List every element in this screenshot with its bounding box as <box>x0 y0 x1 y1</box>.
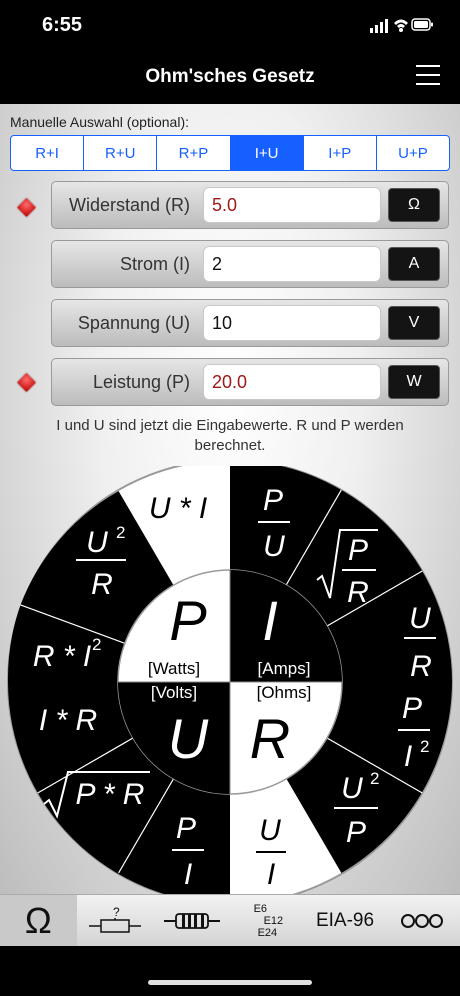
svg-text:2: 2 <box>116 523 125 542</box>
current-label: Strom (I) <box>120 254 190 274</box>
status-time: 6:55 <box>42 14 83 36</box>
svg-text:P: P <box>176 812 196 845</box>
formula-r-times-i-squared: R * I 2 <box>33 635 102 673</box>
formula-u-times-i: U * I <box>149 492 207 525</box>
segment-r-u[interactable]: R+U <box>84 136 158 170</box>
center-voltage-symbol: U <box>168 707 209 770</box>
svg-text:P * R: P * R <box>76 778 145 811</box>
center-resistance-symbol: R <box>250 707 290 770</box>
resistance-input[interactable]: 5.0 <box>203 187 381 223</box>
formula-i-times-r: I * R <box>39 704 97 737</box>
hint-text: I und U sind jetzt die Eingabewerte. R u… <box>56 417 404 454</box>
tab-ohms-law[interactable]: Ω <box>0 895 77 946</box>
status-bar: 6:55 <box>0 0 460 50</box>
tab-e-series[interactable]: E6 E12 E24 <box>230 895 307 946</box>
svg-text:U: U <box>259 814 281 847</box>
power-unit-button[interactable]: W <box>388 365 440 399</box>
svg-text:U: U <box>341 772 363 805</box>
home-area <box>0 946 460 996</box>
status-icons <box>370 18 433 33</box>
selection-label: Manuelle Auswahl (optional): <box>10 114 189 130</box>
svg-text:P: P <box>348 534 368 567</box>
input-pair-selector: R+I R+U R+P I+U I+P U+P <box>10 135 450 171</box>
svg-text:2: 2 <box>420 737 429 756</box>
voltage-input[interactable]: 10 <box>203 305 381 341</box>
svg-text:R: R <box>347 576 369 609</box>
center-current-symbol: I <box>262 589 278 652</box>
tab-potentiometer[interactable]: ? <box>77 895 154 946</box>
svg-text:U: U <box>409 602 431 635</box>
svg-text:P: P <box>346 816 366 849</box>
home-indicator[interactable] <box>148 980 312 985</box>
tab-bar: Ω ? E6 E12 E24 EIA-96 <box>0 894 460 946</box>
svg-text:U: U <box>263 530 285 563</box>
segment-i-u[interactable]: I+U <box>230 136 304 170</box>
potentiometer-icon: ? <box>89 905 141 933</box>
voltage-row: Spannung (U) 10 V <box>51 299 449 347</box>
segment-r-i[interactable]: R+I <box>11 136 85 170</box>
segment-r-p[interactable]: R+P <box>157 136 231 170</box>
resistance-row: Widerstand (R) 5.0 Ω <box>51 181 449 229</box>
center-power-unit: [Watts] <box>148 659 200 678</box>
svg-text:R: R <box>410 650 432 683</box>
svg-text:I: I <box>404 740 412 773</box>
resistance-label: Widerstand (R) <box>68 195 190 215</box>
power-row: Leistung (P) 20.0 W <box>51 358 449 406</box>
tab-eia96[interactable]: EIA-96 <box>307 895 384 946</box>
svg-text:?: ? <box>113 905 120 919</box>
tab-resistor-colors[interactable] <box>153 895 230 946</box>
tab-more[interactable] <box>383 895 460 946</box>
hamburger-menu-icon[interactable] <box>416 65 440 85</box>
calculated-marker-icon <box>17 198 36 217</box>
calculated-marker-icon <box>17 373 36 392</box>
segment-u-p[interactable]: U+P <box>377 136 449 170</box>
center-power-symbol: P <box>169 589 206 652</box>
e-series-label: E6 E12 E24 <box>253 902 284 939</box>
ohms-law-wheel: P [Watts] I [Amps] [Volts] U [Ohms] R U … <box>7 466 453 896</box>
center-resistance-unit: [Ohms] <box>257 683 312 702</box>
battery-icon <box>411 18 433 31</box>
current-unit-button[interactable]: A <box>388 247 440 281</box>
svg-text:I: I <box>267 858 275 891</box>
omega-icon: Ω <box>24 899 52 941</box>
wifi-icon <box>394 19 408 32</box>
svg-text:I: I <box>184 858 192 891</box>
eia96-label: EIA-96 <box>315 909 375 931</box>
svg-text:U: U <box>86 526 108 559</box>
svg-text:R: R <box>91 568 113 601</box>
signal-icon <box>370 19 388 33</box>
nav-bar: Ohm'sches Gesetz <box>0 50 460 104</box>
power-input[interactable]: 20.0 <box>203 364 381 400</box>
svg-text:2: 2 <box>370 769 379 788</box>
page-title: Ohm'sches Gesetz <box>145 66 315 87</box>
resistance-unit-button[interactable]: Ω <box>388 188 440 222</box>
segment-i-p[interactable]: I+P <box>304 136 377 170</box>
more-icon <box>400 913 443 928</box>
svg-text:P: P <box>263 484 283 517</box>
svg-text:2: 2 <box>92 635 101 654</box>
main-content: Manuelle Auswahl (optional): R+I R+U R+P… <box>0 104 460 896</box>
resistor-icon <box>163 912 220 929</box>
center-current-unit: [Amps] <box>258 659 311 678</box>
voltage-unit-button[interactable]: V <box>388 306 440 340</box>
svg-text:P: P <box>402 692 422 725</box>
power-label: Leistung (P) <box>92 372 190 392</box>
center-voltage-unit: [Volts] <box>151 683 197 702</box>
current-row: Strom (I) 2 A <box>51 240 449 288</box>
current-input[interactable]: 2 <box>203 246 381 282</box>
voltage-label: Spannung (U) <box>77 313 190 333</box>
svg-text:R * I: R * I <box>33 640 91 673</box>
